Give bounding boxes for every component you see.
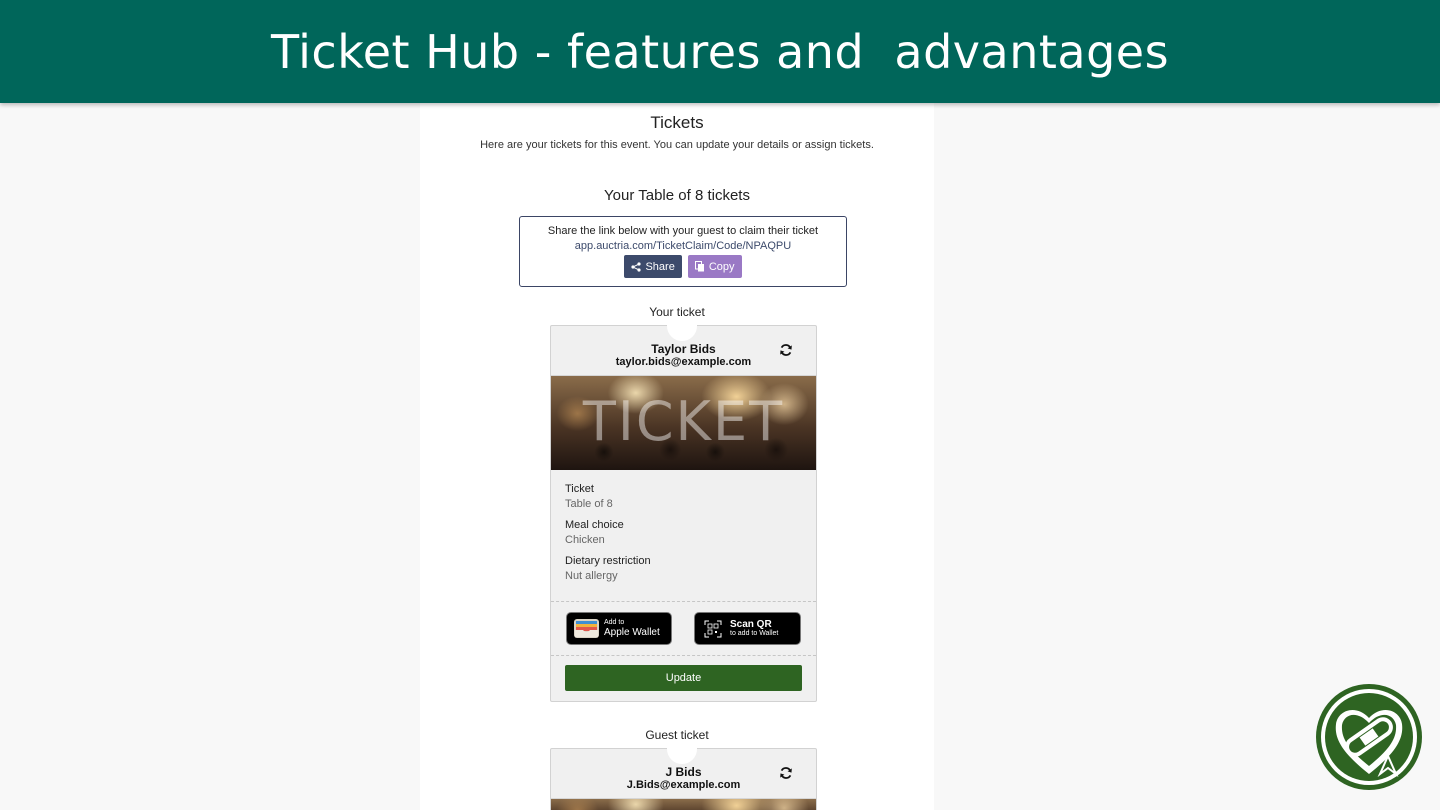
guest-ticket-image xyxy=(551,799,816,810)
share-buttons: Share Copy xyxy=(520,255,846,278)
update-row: Update xyxy=(551,656,816,701)
ticket-type-label: Ticket xyxy=(565,483,594,495)
share-button-label: Share xyxy=(645,260,675,273)
copy-button-label: Copy xyxy=(708,260,735,273)
scan-qr-title: Scan QR xyxy=(730,619,772,630)
banner-title: Ticket Hub - features and advantages xyxy=(270,24,1170,79)
table-title: Your Table of 8 tickets xyxy=(604,187,750,204)
add-to-apple-wallet-button[interactable]: Add to Apple Wallet xyxy=(566,612,672,645)
copy-icon xyxy=(694,261,704,272)
update-button[interactable]: Update xyxy=(565,665,802,691)
scan-qr-subtitle: to add to Wallet xyxy=(730,630,779,637)
claim-link[interactable]: app.auctria.com/TicketClaim/Code/NPAQPU xyxy=(520,240,846,252)
share-button[interactable]: Share xyxy=(624,255,682,278)
tickets-panel: Tickets Here are your tickets for this e… xyxy=(420,103,934,810)
dietary-restriction-value: Nut allergy xyxy=(565,570,618,582)
meal-choice-value: Chicken xyxy=(565,534,605,546)
holder-email: taylor.bids@example.com xyxy=(615,356,752,368)
guest-email: J.Bids@example.com xyxy=(626,779,741,791)
apple-wallet-big-text: Apple Wallet xyxy=(604,627,660,638)
copy-button[interactable]: Copy xyxy=(687,255,742,278)
page-subtitle: Here are your tickets for this event. Yo… xyxy=(480,139,874,151)
ticket-image: TICKET xyxy=(551,376,816,470)
ticket-type-value: Table of 8 xyxy=(565,498,613,510)
meal-choice-label: Meal choice xyxy=(565,519,624,531)
share-icon xyxy=(631,261,642,272)
heart-bandage-logo-icon xyxy=(1316,684,1422,790)
wallet-buttons-row: Add to Apple Wallet Scan QR to add to Wa… xyxy=(551,602,816,656)
refresh-icon[interactable] xyxy=(779,343,793,357)
ticket-details: Ticket Table of 8 Meal choice Chicken Di… xyxy=(551,470,816,602)
refresh-icon[interactable] xyxy=(779,766,793,780)
your-ticket-card: Taylor Bids taylor.bids@example.com TICK… xyxy=(550,325,817,702)
apple-wallet-icon xyxy=(574,619,599,638)
share-instructions: Share the link below with your guest to … xyxy=(547,225,819,237)
apple-wallet-small-text: Add to xyxy=(604,619,625,626)
share-link-box: Share the link below with your guest to … xyxy=(519,216,847,287)
guest-ticket-label: Guest ticket xyxy=(645,728,709,742)
your-ticket-label: Your ticket xyxy=(649,305,705,319)
scan-qr-text: Scan QR to add to Wallet xyxy=(730,619,778,638)
apple-wallet-text: Add to Apple Wallet xyxy=(604,619,660,638)
dietary-restriction-label: Dietary restriction xyxy=(565,555,651,567)
scan-qr-wallet-button[interactable]: Scan QR to add to Wallet xyxy=(694,612,801,645)
qr-scan-icon xyxy=(704,620,722,637)
header-banner: Ticket Hub - features and advantages xyxy=(0,0,1440,103)
page-title: Tickets xyxy=(650,113,704,132)
ticket-image-text: TICKET xyxy=(582,390,785,453)
